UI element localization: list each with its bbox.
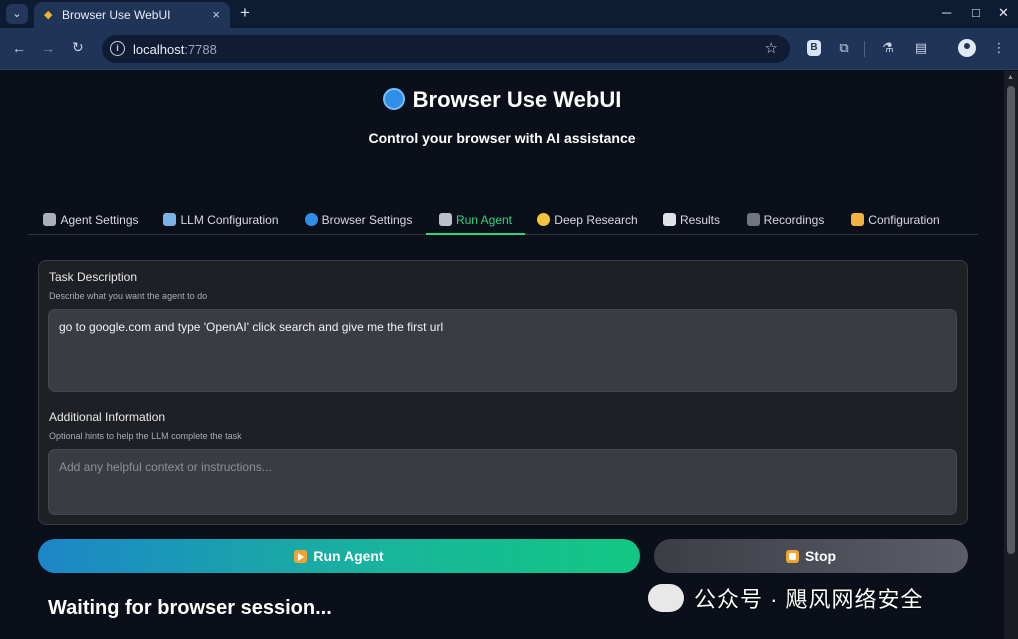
scroll-up-arrow-icon[interactable]: ▲: [1007, 74, 1014, 81]
tab-agent-settings[interactable]: Agent Settings: [40, 208, 142, 235]
tab-browser-settings[interactable]: Browser Settings: [303, 208, 414, 235]
profile-avatar-icon[interactable]: [958, 39, 976, 57]
tab-configuration[interactable]: Configuration: [850, 208, 941, 235]
run-agent-button[interactable]: Run Agent: [38, 539, 640, 573]
labs-flask-icon[interactable]: ⚗: [878, 38, 898, 58]
task-description-value: go to google.com and type 'OpenAI' click…: [59, 320, 444, 334]
close-tab-icon[interactable]: ×: [212, 7, 220, 22]
bookmark-star-icon[interactable]: ☆: [765, 39, 778, 57]
tab-results[interactable]: Results: [661, 208, 722, 235]
wechat-logo-icon: [648, 584, 684, 612]
stop-icon: [785, 550, 799, 563]
back-arrow-icon[interactable]: ←: [12, 40, 26, 56]
tab-recordings[interactable]: Recordings: [744, 208, 827, 235]
additional-info-label: Additional Information: [49, 410, 166, 424]
video-camera-icon: [746, 213, 760, 226]
toolbar-divider: [864, 41, 865, 57]
wrench-icon: [163, 213, 177, 226]
task-description-help: Describe what you want the agent to do: [49, 291, 208, 301]
extension-shield-icon[interactable]: B: [807, 40, 821, 56]
status-message: Waiting for browser session...: [48, 597, 332, 619]
maximize-window-button[interactable]: □: [972, 5, 980, 20]
tab-run-agent[interactable]: Run Agent: [426, 208, 525, 235]
browser-tab[interactable]: ◆ Browser Use WebUI ×: [34, 2, 230, 28]
task-description-label: Task Description: [49, 270, 138, 284]
site-info-icon[interactable]: i: [110, 41, 125, 56]
browser-tab-strip: ⌄ ◆ Browser Use WebUI × + ─ □ ✕: [0, 0, 1018, 28]
page-subtitle: Control your browser with AI assistance: [368, 130, 636, 146]
bar-chart-icon: [662, 213, 676, 226]
tab-deep-research[interactable]: Deep Research: [537, 208, 638, 235]
play-icon: [294, 550, 308, 563]
reading-mode-icon[interactable]: ▤: [911, 38, 931, 58]
task-description-textarea[interactable]: go to google.com and type 'OpenAI' click…: [48, 309, 957, 392]
thinking-face-icon: [537, 213, 551, 226]
wechat-watermark: 公众号 · 飓风网络安全: [648, 582, 924, 614]
new-tab-button[interactable]: +: [240, 3, 250, 23]
gear-icon: [43, 213, 57, 226]
tab-llm-configuration[interactable]: LLM Configuration: [162, 208, 280, 235]
stop-button[interactable]: Stop: [654, 539, 968, 573]
page-title: Browser Use WebUI: [0, 87, 1004, 113]
more-menu-icon[interactable]: ⋮: [989, 38, 1009, 58]
folder-icon: [851, 213, 865, 226]
forward-arrow-icon[interactable]: →: [41, 40, 55, 56]
additional-info-help: Optional hints to help the LLM complete …: [49, 431, 242, 441]
address-bar[interactable]: i localhost:7788 ☆: [102, 35, 790, 63]
browser-use-favicon-icon: ◆: [44, 9, 53, 21]
close-window-button[interactable]: ✕: [998, 5, 1009, 21]
extensions-puzzle-icon[interactable]: ⧉: [834, 38, 854, 58]
additional-info-textarea[interactable]: Add any helpful context or instructions.…: [48, 449, 957, 515]
reload-icon[interactable]: ↻: [72, 39, 84, 56]
address-url[interactable]: localhost:7788: [133, 42, 217, 57]
minimize-window-button[interactable]: ─: [942, 5, 951, 20]
robot-icon: [438, 213, 452, 226]
additional-info-placeholder: Add any helpful context or instructions.…: [59, 460, 272, 474]
app-tab-bar: Agent Settings LLM Configuration Browser…: [28, 208, 978, 235]
globe-icon: [382, 88, 405, 110]
globe-icon: [304, 213, 318, 226]
tab-search-icon[interactable]: ⌄: [6, 4, 28, 24]
browser-tab-title: Browser Use WebUI: [62, 8, 171, 22]
scrollbar-thumb[interactable]: [1007, 86, 1015, 554]
